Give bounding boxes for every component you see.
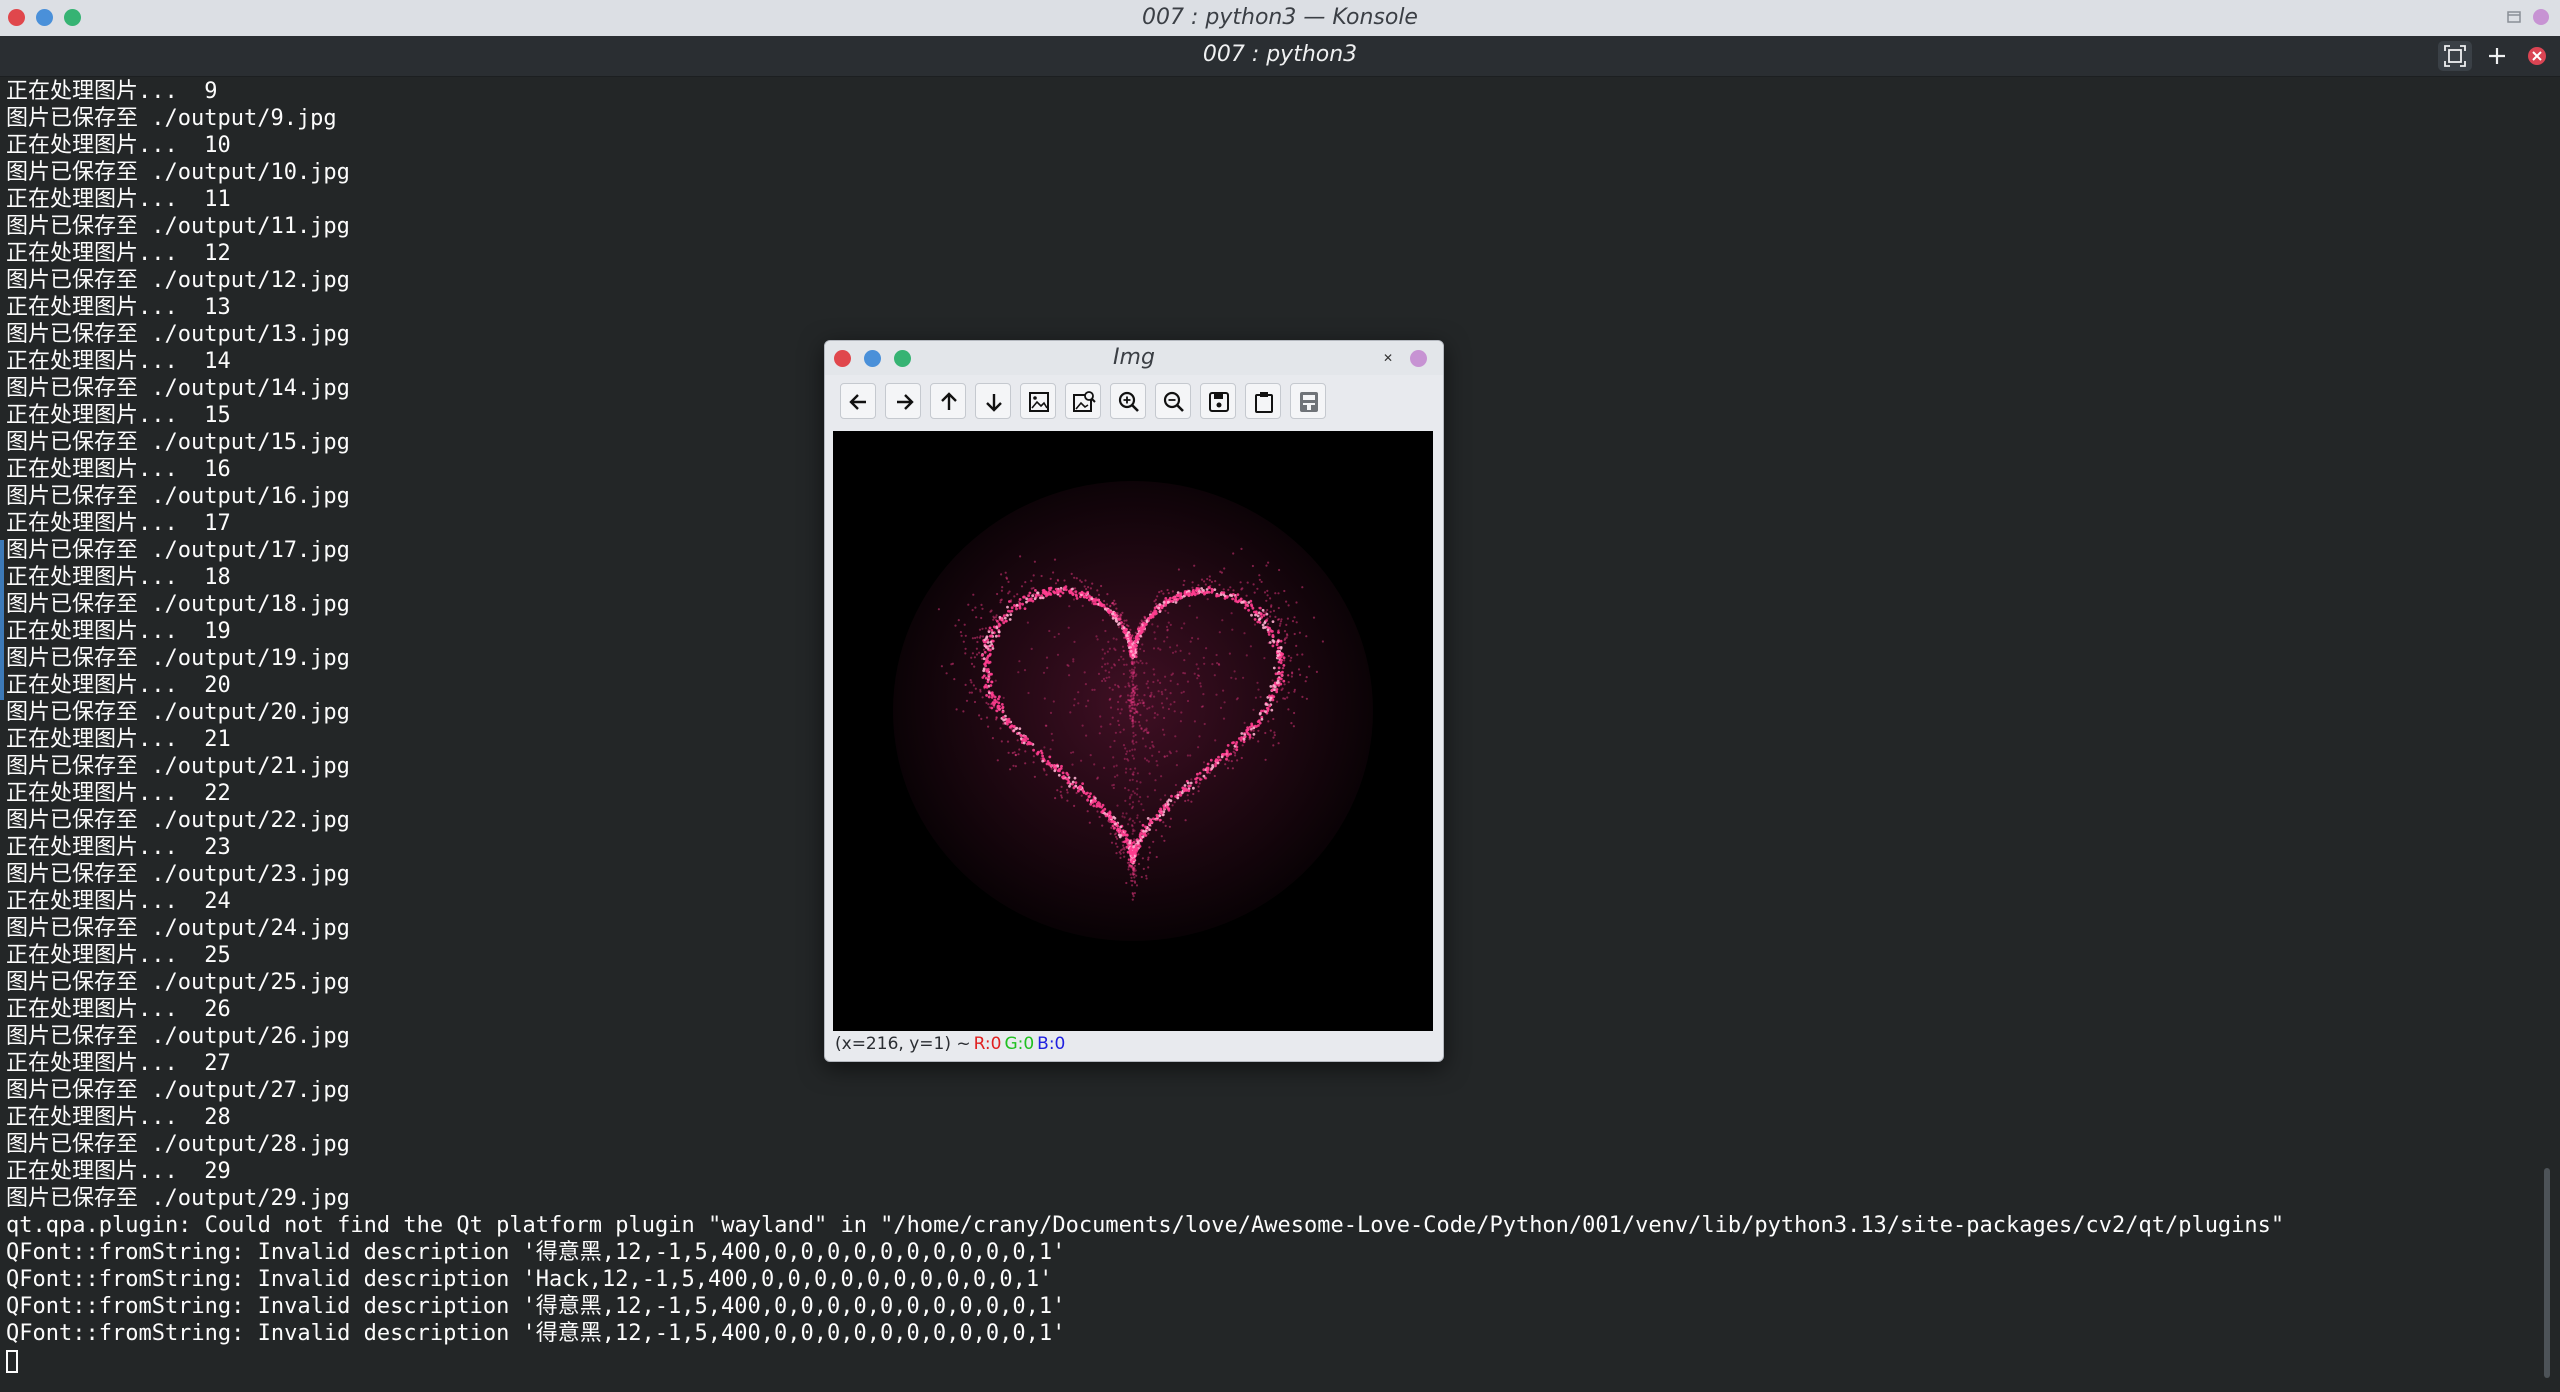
split-view-icon xyxy=(2444,45,2466,67)
clipboard-button[interactable] xyxy=(1245,383,1281,419)
terminal-line: QFont::fromString: Invalid description '… xyxy=(6,1240,1066,1265)
arrow-up-icon xyxy=(941,392,957,410)
terminal-line: 图片已保存至 ./output/12.jpg xyxy=(6,268,350,293)
pixel-red-value: R:0 xyxy=(973,1034,1002,1054)
window-titlebar: 007 : python3 — Konsole xyxy=(0,0,2560,37)
terminal-line: 正在处理图片... 10 xyxy=(6,133,231,158)
split-view-button[interactable] xyxy=(2438,41,2472,71)
image-canvas[interactable] xyxy=(833,431,1433,1031)
image-zoom-icon xyxy=(1073,391,1096,412)
terminal-cursor xyxy=(6,1349,18,1373)
arrow-left-button[interactable] xyxy=(840,383,876,419)
terminal-scrollbar[interactable] xyxy=(2538,78,2556,1378)
save-icon xyxy=(1209,392,1229,412)
close-tab-button[interactable] xyxy=(2520,41,2554,71)
arrow-down-icon xyxy=(986,394,1002,412)
arrow-left-icon xyxy=(849,394,866,410)
terminal-line: 正在处理图片... 12 xyxy=(6,241,231,266)
image-status-bar: (x=216, y=1) ~ R:0 G:0 B:0 xyxy=(835,1031,1068,1057)
clipboard-icon xyxy=(1255,392,1273,413)
pixel-coords: (x=216, y=1) ~ xyxy=(835,1034,971,1054)
image-window-titlebar: Img ✕ xyxy=(825,341,1443,375)
tab-title[interactable]: 007 : python3 xyxy=(0,42,2560,67)
window-menu-icon[interactable] xyxy=(2506,9,2522,25)
x11-icon: ✕ xyxy=(1382,351,1394,365)
terminal-line: QFont::fromString: Invalid description '… xyxy=(6,1321,1066,1346)
arrow-right-button[interactable] xyxy=(885,383,921,419)
terminal-line: qt.qpa.plugin: Could not find the Qt pla… xyxy=(6,1213,2285,1238)
selection-marker xyxy=(0,540,4,700)
new-tab-button[interactable] xyxy=(2480,41,2514,71)
save-button[interactable] xyxy=(1200,383,1236,419)
close-icon xyxy=(2528,47,2546,65)
image-button[interactable] xyxy=(1020,383,1056,419)
pixel-green-value: G:0 xyxy=(1004,1034,1035,1054)
zoom-in-icon xyxy=(1118,391,1139,412)
image-zoom-button[interactable] xyxy=(1065,383,1101,419)
arrow-down-button[interactable] xyxy=(975,383,1011,419)
image-keep-above-button[interactable] xyxy=(1410,350,1427,367)
properties-icon xyxy=(1300,392,1318,412)
terminal-line: 图片已保存至 ./output/27.jpg xyxy=(6,1078,350,1103)
arrow-up-button[interactable] xyxy=(930,383,966,419)
terminal-line: 正在处理图片... 29 xyxy=(6,1159,231,1184)
window-title: 007 : python3 — Konsole xyxy=(1142,5,1418,30)
terminal-line: 图片已保存至 ./output/10.jpg xyxy=(6,160,350,185)
terminal-prompt-line xyxy=(6,1347,2526,1374)
tab-bar: 007 : python3 xyxy=(0,36,2560,77)
zoom-in-button[interactable] xyxy=(1110,383,1146,419)
terminal-line: 图片已保存至 ./output/28.jpg xyxy=(6,1132,350,1157)
pixel-blue-value: B:0 xyxy=(1037,1034,1066,1054)
image-icon xyxy=(1029,392,1049,412)
image-window[interactable]: Img ✕ (x=216, y=1) ~ R:0 G:0 B:0 xyxy=(824,340,1444,1062)
terminal-line: 图片已保存至 ./output/9.jpg xyxy=(6,106,337,131)
arrow-right-icon xyxy=(897,394,914,410)
plus-icon xyxy=(2489,48,2505,64)
terminal-line: 图片已保存至 ./output/11.jpg xyxy=(6,214,350,239)
heart-image xyxy=(893,481,1373,941)
terminal-line: QFont::fromString: Invalid description '… xyxy=(6,1267,1053,1292)
terminal-line: QFont::fromString: Invalid description '… xyxy=(6,1294,1066,1319)
terminal-line: 图片已保存至 ./output/29.jpg xyxy=(6,1186,350,1211)
zoom-out-button[interactable] xyxy=(1155,383,1191,419)
image-window-title: Img xyxy=(1113,345,1155,370)
zoom-out-icon xyxy=(1163,391,1184,412)
terminal-line: 正在处理图片... 9 xyxy=(6,79,218,104)
properties-button[interactable] xyxy=(1290,383,1326,419)
scrollbar-thumb[interactable] xyxy=(2544,1168,2550,1378)
terminal-line: 正在处理图片... 28 xyxy=(6,1105,231,1130)
terminal-line: 正在处理图片... 13 xyxy=(6,295,231,320)
keep-above-button[interactable] xyxy=(2533,9,2549,25)
terminal-line: 正在处理图片... 11 xyxy=(6,187,231,212)
